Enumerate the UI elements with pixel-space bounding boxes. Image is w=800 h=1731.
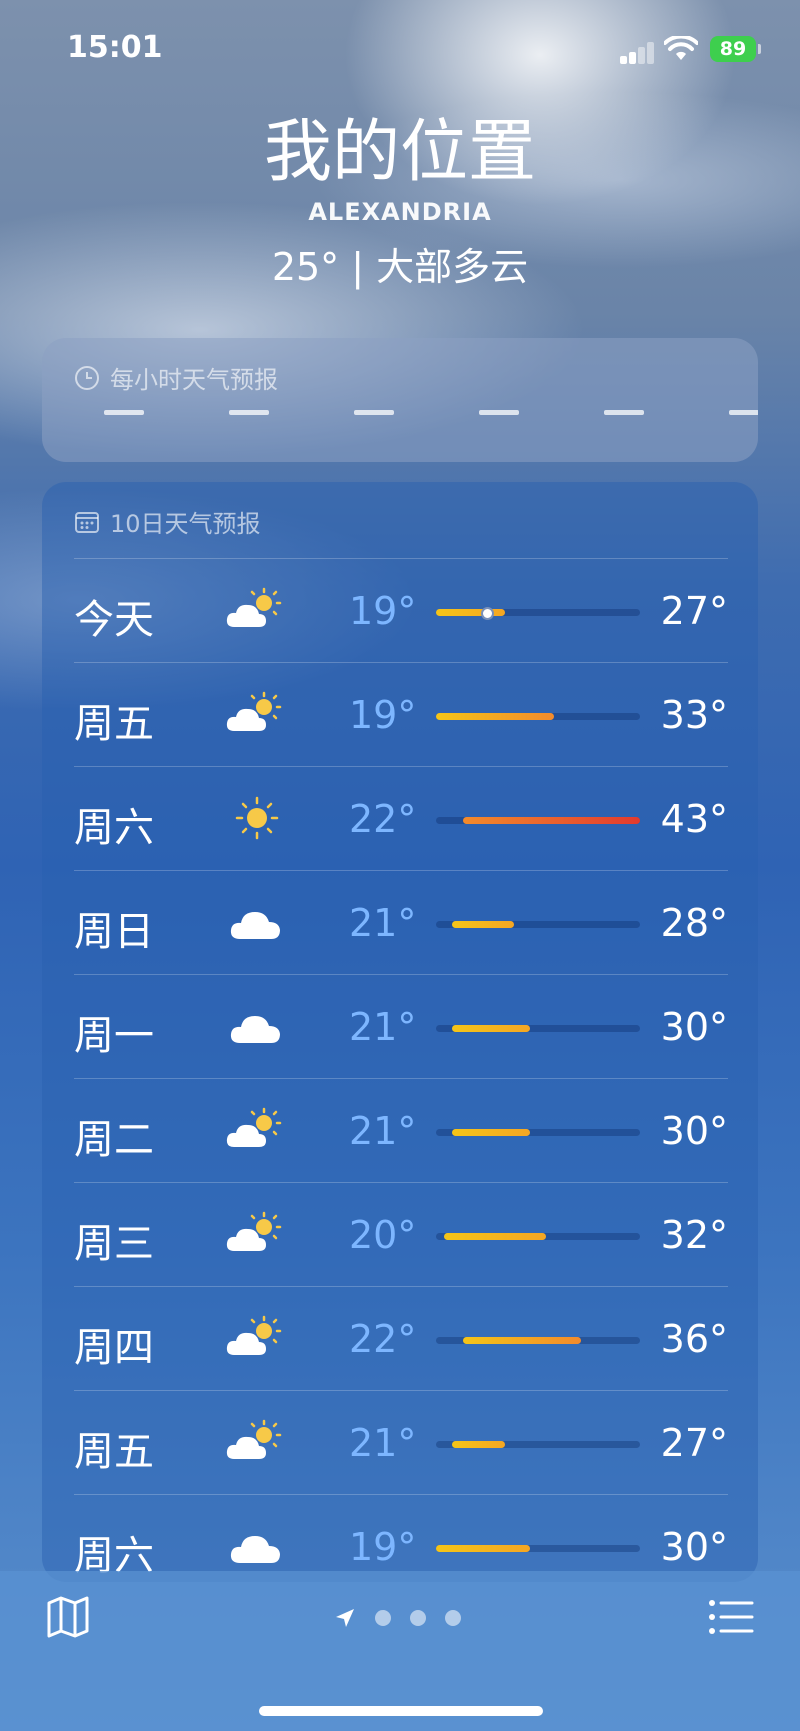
daily-forecast-row[interactable]: 周四 22° 36° — [74, 1286, 728, 1390]
temp-range-bar — [436, 713, 640, 720]
hourly-strip-cut-off[interactable] — [74, 410, 758, 432]
temp-range-fill — [452, 921, 514, 928]
high-temp: 28° — [660, 901, 728, 945]
low-temp: 22° — [349, 1317, 417, 1361]
temp-range-fill — [452, 1129, 530, 1136]
temp-range-fill — [436, 609, 506, 616]
cloud-icon — [224, 899, 290, 945]
partly-sunny-icon — [224, 1315, 290, 1361]
day-label: 周五 — [74, 1429, 154, 1475]
hourly-clipped-values — [104, 410, 758, 415]
temp-range-fill — [436, 1545, 530, 1552]
hourly-forecast-card[interactable]: 每小时天气预报 — [42, 338, 758, 462]
low-temp: 20° — [349, 1213, 417, 1257]
temp-range-bar — [436, 1233, 640, 1240]
temp-range-bar — [436, 1545, 640, 1552]
temp-range-fill — [436, 713, 555, 720]
high-temp: 27° — [660, 589, 728, 633]
low-temp: 19° — [349, 693, 417, 737]
current-temp-dot — [481, 607, 494, 620]
page-indicator[interactable] — [334, 1607, 461, 1629]
temp-range-bar — [436, 1129, 640, 1136]
partly-sunny-icon — [224, 1419, 290, 1465]
location-arrow-icon[interactable] — [334, 1607, 356, 1629]
home-indicator[interactable] — [259, 1706, 543, 1716]
low-temp: 22° — [349, 797, 417, 841]
temp-range-bar — [436, 921, 640, 928]
high-temp: 32° — [660, 1213, 728, 1257]
status-time: 15:01 — [67, 30, 163, 65]
temp-range-bar — [436, 1441, 640, 1448]
daily-forecast-row[interactable]: 周一 21° 30° — [74, 974, 728, 1078]
daily-forecast-row[interactable]: 周日 21° 28° — [74, 870, 728, 974]
low-temp: 21° — [349, 1109, 417, 1153]
low-temp: 19° — [349, 1525, 417, 1569]
daily-forecast-row[interactable]: 周五 21° 27° — [74, 1390, 728, 1494]
day-label: 周一 — [74, 1013, 154, 1059]
map-icon[interactable] — [46, 1596, 90, 1638]
battery-indicator: 89 — [710, 36, 761, 62]
sun-icon — [224, 795, 290, 841]
temp-range-fill — [452, 1025, 530, 1032]
low-temp: 19° — [349, 589, 417, 633]
temp-range-bar — [436, 607, 640, 620]
partly-sunny-icon — [224, 587, 290, 633]
location-city: ALEXANDRIA — [308, 198, 492, 226]
temp-range-fill — [444, 1233, 547, 1240]
high-temp: 43° — [660, 797, 728, 841]
temp-range-fill — [452, 1441, 506, 1448]
day-label: 周五 — [74, 701, 154, 747]
high-temp: 30° — [660, 1109, 728, 1153]
high-temp: 27° — [660, 1421, 728, 1465]
page-dot[interactable] — [410, 1610, 426, 1626]
daily-forecast-card[interactable]: 10日天气预报 今天 19° 27° 周五 19° 33° 周六 22° 43° 周日 21° 28°… — [42, 482, 758, 1582]
daily-forecast-header: 10日天气预报 — [74, 504, 261, 539]
high-temp: 33° — [660, 693, 728, 737]
hourly-forecast-label: 每小时天气预报 — [110, 366, 278, 394]
daily-forecast-label: 10日天气预报 — [110, 510, 261, 538]
partly-sunny-icon — [224, 691, 290, 737]
temp-range-bar — [436, 1025, 640, 1032]
clock-icon — [75, 365, 99, 390]
page-dot[interactable] — [375, 1610, 391, 1626]
daily-forecast-row[interactable]: 周二 21° 30° — [74, 1078, 728, 1182]
partly-sunny-icon — [224, 1211, 290, 1257]
high-temp: 36° — [660, 1317, 728, 1361]
low-temp: 21° — [349, 1421, 417, 1465]
location-title: 我的位置 — [263, 113, 536, 192]
page-dot[interactable] — [445, 1610, 461, 1626]
daily-forecast-list: 今天 19° 27° 周五 19° 33° 周六 22° 43° 周日 21° 28° 周一 21° 30°… — [74, 558, 728, 1582]
calendar-icon — [75, 511, 99, 533]
temp-range-bar — [436, 817, 640, 824]
list-icon[interactable] — [708, 1598, 754, 1636]
cellular-signal-icon — [620, 40, 656, 64]
hourly-forecast-header: 每小时天气预报 — [74, 360, 278, 395]
daily-forecast-row[interactable]: 今天 19° 27° — [74, 558, 728, 662]
high-temp: 30° — [660, 1005, 728, 1049]
temp-range-bar — [436, 1337, 640, 1344]
high-temp: 30° — [660, 1525, 728, 1569]
day-label: 周三 — [74, 1221, 154, 1267]
temp-range-fill — [462, 817, 640, 824]
day-label: 周日 — [74, 909, 154, 955]
day-label: 周二 — [74, 1117, 154, 1163]
status-bar: 15:01 89 — [0, 0, 800, 100]
cloud-icon — [224, 1003, 290, 1049]
wifi-icon — [664, 36, 698, 60]
day-label: 周四 — [74, 1325, 154, 1371]
cloud-icon — [224, 1523, 290, 1569]
daily-forecast-row[interactable]: 周五 19° 33° — [74, 662, 728, 766]
low-temp: 21° — [349, 901, 417, 945]
daily-forecast-row[interactable]: 周六 19° 30° — [74, 1494, 728, 1582]
daily-forecast-row[interactable]: 周六 22° 43° — [74, 766, 728, 870]
daily-forecast-row[interactable]: 周三 20° 32° — [74, 1182, 728, 1286]
day-label: 今天 — [74, 597, 154, 643]
day-label: 周六 — [74, 805, 154, 851]
low-temp: 21° — [349, 1005, 417, 1049]
current-conditions: 25° | 大部多云 — [271, 245, 529, 289]
temp-range-fill — [462, 1337, 581, 1344]
partly-sunny-icon — [224, 1107, 290, 1153]
battery-level: 89 — [719, 38, 747, 60]
location-header: 我的位置 ALEXANDRIA 25° | 大部多云 — [0, 110, 800, 291]
